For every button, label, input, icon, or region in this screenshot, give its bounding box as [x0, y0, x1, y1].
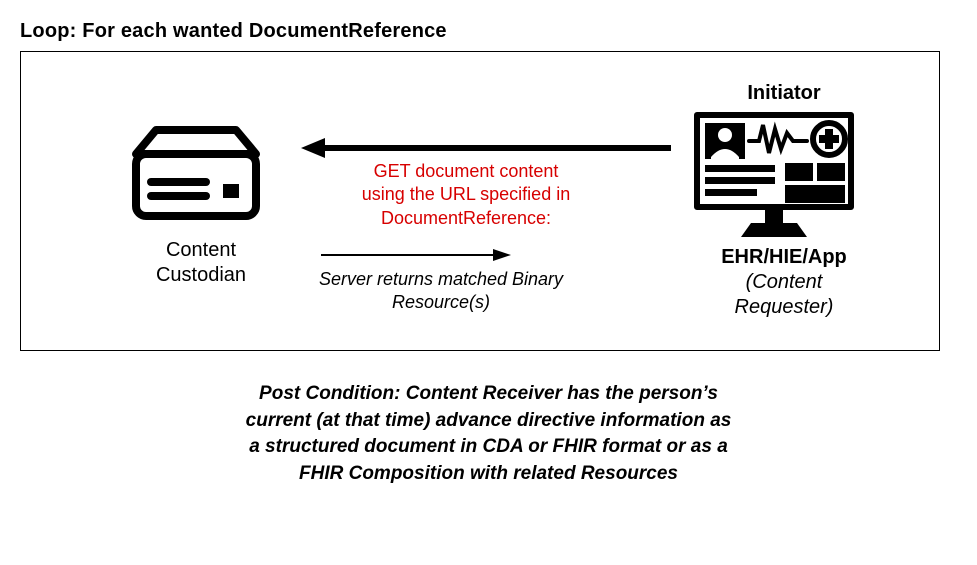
response-line1: Server returns matched Binary: [319, 269, 563, 289]
content-custodian-label-line1: Content: [166, 239, 236, 261]
content-custodian-label: Content Custodian: [111, 238, 291, 288]
request-line1: GET document content: [374, 161, 559, 181]
request-arrow-icon: [301, 138, 671, 158]
initiator-node: Initiator: [689, 82, 879, 320]
ehr-monitor-icon: [689, 109, 859, 239]
ehr-label-bold: EHR/HIE/App: [721, 246, 847, 268]
initiator-node-label: EHR/HIE/App (Content Requester): [689, 245, 879, 320]
request-text: GET document content using the URL speci…: [321, 160, 611, 230]
loop-box: Content Custodian GET document content u…: [20, 51, 940, 351]
response-arrow-icon: [321, 248, 511, 262]
request-line2: using the URL specified in: [362, 184, 570, 204]
request-line3: DocumentReference:: [381, 208, 551, 228]
loop-title: Loop: For each wanted DocumentReference: [20, 20, 957, 43]
content-custodian-node: Content Custodian: [111, 122, 291, 288]
post-condition: Post Condition: Content Receiver has the…: [239, 381, 739, 487]
ehr-label-ital1: (Content: [746, 271, 823, 293]
response-line2: Resource(s): [392, 292, 490, 312]
content-custodian-label-line2: Custodian: [156, 264, 246, 286]
ehr-label-ital2: Requester): [735, 296, 834, 318]
initiator-label: Initiator: [689, 82, 879, 105]
response-text: Server returns matched Binary Resource(s…: [301, 268, 581, 315]
storage-drive-icon: [111, 122, 281, 232]
